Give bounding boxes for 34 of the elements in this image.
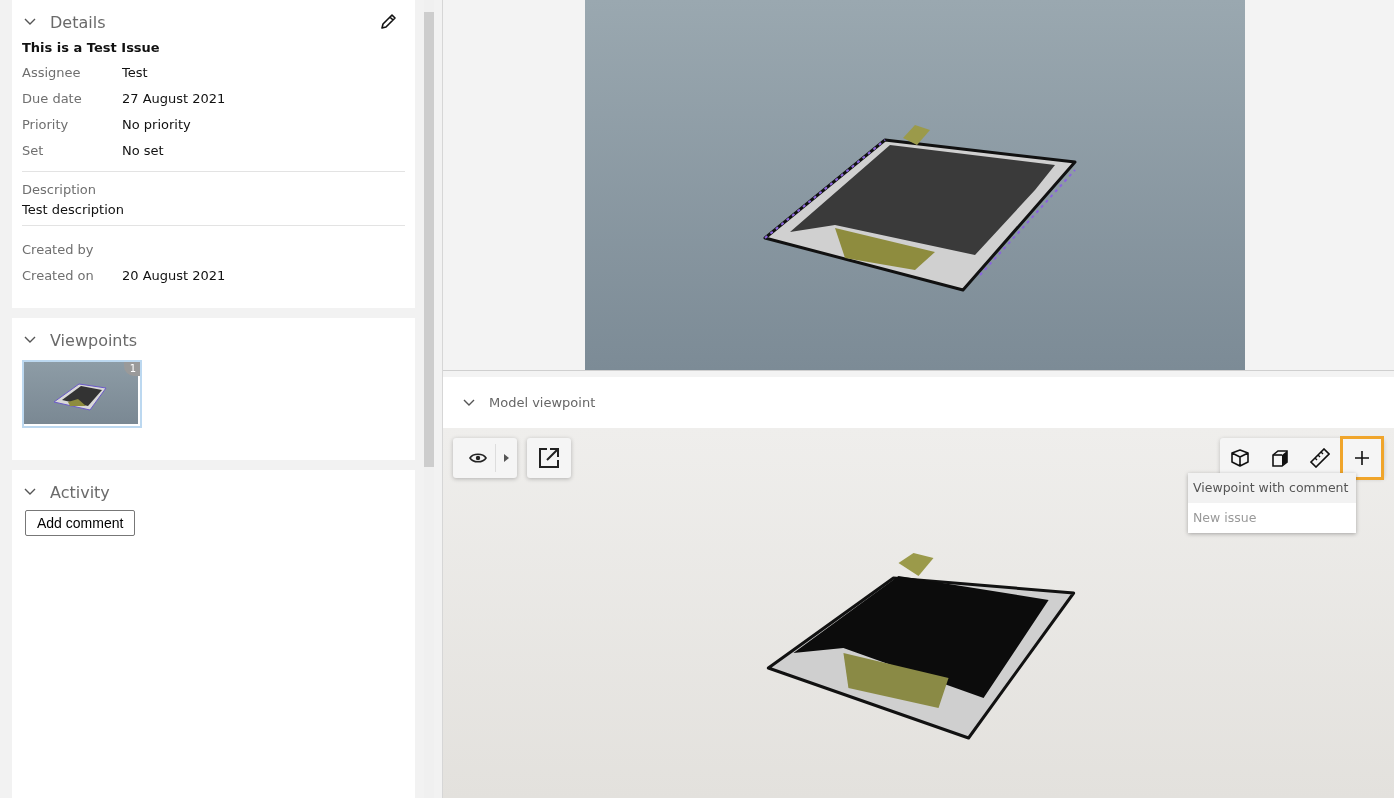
field-value: 27 August 2021 <box>122 90 226 106</box>
plus-icon <box>1355 451 1369 465</box>
caret-icon <box>504 454 509 462</box>
eye-icon <box>469 452 487 464</box>
field-label: Created by <box>22 241 95 257</box>
field-label: Created on <box>22 267 95 283</box>
field-label: Description <box>22 182 98 197</box>
section-title: Details <box>50 12 107 32</box>
chevron-icon[interactable] <box>24 488 36 496</box>
menu-item[interactable]: Viewpoint with comment <box>1188 473 1356 503</box>
external-link-button[interactable] <box>527 438 571 478</box>
cube-icon <box>1230 448 1250 468</box>
chevron-icon[interactable] <box>24 336 36 344</box>
field-label: Due date <box>22 90 83 106</box>
chevron-icon[interactable] <box>24 18 36 26</box>
external-link-icon <box>538 447 560 469</box>
visibility-button[interactable] <box>453 438 517 478</box>
field-value: No set <box>122 142 164 158</box>
description-text: Test description <box>22 202 125 217</box>
field-label: Priority <box>22 116 70 132</box>
field-value: Test <box>122 64 148 80</box>
field-value: No priority <box>122 116 191 132</box>
section-title: Model viewpoint <box>489 395 596 410</box>
issue-title: This is a Test Issue <box>22 40 161 55</box>
field-value: 20 August 2021 <box>122 267 226 283</box>
chevron-icon[interactable] <box>463 398 475 407</box>
cube-icon <box>1272 449 1288 467</box>
ruler-icon <box>1310 448 1330 468</box>
pencil-icon[interactable] <box>379 13 397 31</box>
section-title: Activity <box>50 482 111 502</box>
field-label: Assignee <box>22 64 82 80</box>
field-label: Set <box>22 142 45 158</box>
section-title: Viewpoints <box>50 330 139 350</box>
add-comment-button[interactable]: Add comment <box>25 510 136 536</box>
